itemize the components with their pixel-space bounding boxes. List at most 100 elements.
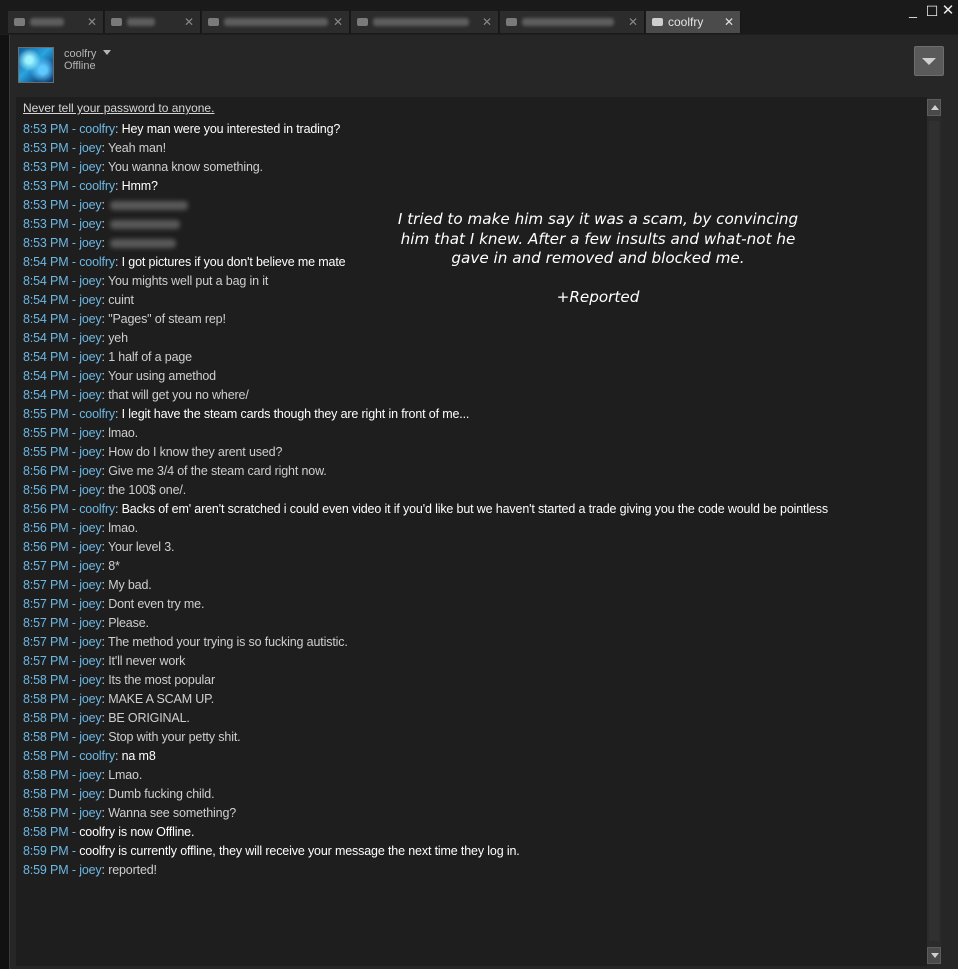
chat-tab[interactable]: ✕ [105, 11, 201, 33]
message-sender: joey [79, 464, 102, 478]
chat-tab[interactable]: ✕ [500, 11, 645, 33]
chat-message: 8:53 PM - coolfry: Hmm? [23, 179, 158, 193]
chat-message: 8:57 PM - joey: Dont even try me. [23, 597, 205, 611]
chat-icon [652, 17, 663, 26]
minimize-button[interactable]: _ [905, 1, 921, 19]
maximize-button[interactable]: ☐ [924, 2, 940, 20]
message-timestamp: 8:53 PM [23, 179, 69, 193]
message-timestamp: 8:56 PM [23, 540, 69, 554]
message-sender: joey [79, 369, 102, 383]
friend-status: Offline [64, 60, 96, 72]
message-text: Hmm? [121, 179, 158, 193]
chat-message: 8:57 PM - joey: Please. [23, 616, 149, 630]
message-timestamp: 8:54 PM [23, 331, 69, 345]
system-message: 8:59 PM - coolfry is currently offline, … [23, 844, 520, 858]
message-sender: joey [79, 673, 102, 687]
tab-close-icon[interactable]: ✕ [333, 11, 343, 33]
message-sender: coolfry [79, 502, 115, 516]
scroll-track[interactable] [929, 121, 939, 941]
message-sender: joey [79, 388, 102, 402]
chat-icon [14, 17, 25, 26]
message-text: Hey man were you interested in trading? [121, 122, 341, 136]
annotation-line: I tried to make him say it was a scam, b… [397, 210, 799, 228]
message-text: Yeah man! [107, 141, 166, 155]
window-titlebar: ✕ ✕ ✕ ✕ ✕ coolfry ✕ _ ☐ ✕ [0, 0, 958, 34]
chat-tab[interactable]: ✕ [202, 11, 350, 33]
message-timestamp: 8:54 PM [23, 350, 69, 364]
message-text: yeh [108, 331, 128, 345]
message-timestamp: 8:58 PM [23, 711, 69, 725]
window-left-edge [0, 35, 9, 969]
chat-tab-active[interactable]: coolfry ✕ [646, 11, 741, 33]
message-sender: joey [79, 521, 102, 535]
chat-message: 8:53 PM - joey: You wanna know something… [23, 160, 263, 174]
chat-tab[interactable]: ✕ [8, 11, 104, 33]
message-text: that will get you no where/ [108, 388, 249, 402]
tab-close-icon[interactable]: ✕ [87, 11, 97, 33]
message-text: How do I know they arent used? [108, 445, 283, 459]
message-timestamp: 8:56 PM [23, 521, 69, 535]
chat-icon [208, 17, 219, 26]
message-sender: coolfry [79, 255, 115, 269]
chat-scrollbar[interactable] [927, 99, 941, 964]
message-text: It'll never work [108, 654, 186, 668]
close-window-button[interactable]: ✕ [940, 2, 956, 20]
message-timestamp: 8:59 PM [23, 863, 69, 877]
chat-icon [111, 17, 122, 26]
security-warning: Never tell your password to anyone. [23, 101, 215, 115]
message-text: Your level 3. [107, 540, 175, 554]
message-text: I got pictures if you don't believe me m… [121, 255, 346, 269]
message-timestamp: 8:58 PM [23, 768, 69, 782]
message-timestamp: 8:53 PM [23, 236, 69, 250]
tab-label: coolfry [668, 15, 704, 29]
tab-label-redacted [30, 17, 64, 26]
message-timestamp: 8:54 PM [23, 369, 69, 383]
message-text: My bad. [108, 578, 152, 592]
chat-message: 8:59 PM - joey: reported! [23, 863, 157, 877]
chat-icon [357, 17, 368, 26]
message-timestamp: 8:58 PM [23, 692, 69, 706]
chat-options-button[interactable] [914, 46, 944, 76]
message-timestamp: 8:53 PM [23, 141, 69, 155]
scroll-down-button[interactable] [927, 947, 941, 964]
message-timestamp: 8:58 PM [23, 730, 69, 744]
message-sender: joey [79, 540, 102, 554]
tab-close-icon[interactable]: ✕ [724, 11, 734, 33]
redacted-text [110, 239, 177, 249]
tab-close-icon[interactable]: ✕ [482, 11, 492, 33]
message-timestamp: 8:54 PM [23, 312, 69, 326]
message-text: Wanna see something? [108, 806, 237, 820]
annotation-line: him that I knew. After a few insults and… [400, 229, 796, 248]
chat-message: 8:57 PM - joey: It'll never work [23, 654, 186, 668]
message-timestamp: 8:53 PM [23, 122, 69, 136]
chat-message: 8:56 PM - joey: the 100$ one/. [23, 483, 187, 497]
chat-message: 8:54 PM - joey: that will get you no whe… [23, 388, 249, 402]
message-sender: joey [79, 635, 102, 649]
avatar[interactable] [18, 47, 54, 83]
chat-tab[interactable]: ✕ [351, 11, 499, 33]
chat-message: 8:58 PM - joey: Wanna see something? [23, 806, 237, 820]
message-timestamp: 8:54 PM [23, 388, 69, 402]
message-timestamp: 8:56 PM [23, 483, 69, 497]
friend-name[interactable]: coolfry [64, 48, 96, 60]
message-text: the 100$ one/. [108, 483, 187, 497]
message-sender: coolfry [79, 122, 115, 136]
message-sender: joey [79, 578, 102, 592]
chat-message: 8:54 PM - joey: yeh [23, 331, 128, 345]
scroll-up-button[interactable] [927, 99, 941, 116]
message-sender: joey [79, 293, 102, 307]
message-timestamp: 8:57 PM [23, 635, 69, 649]
message-text: Give me 3/4 of the steam card right now. [108, 464, 327, 478]
annotation-text: I tried to make him say it was a scam, b… [380, 210, 816, 307]
message-sender: joey [79, 616, 102, 630]
chevron-down-icon[interactable] [103, 50, 111, 55]
tab-label-redacted [127, 17, 155, 26]
tab-close-icon[interactable]: ✕ [184, 11, 194, 33]
tab-close-icon[interactable]: ✕ [628, 11, 638, 33]
message-text: Its the most popular [108, 673, 215, 687]
system-message: 8:58 PM - coolfry is now Offline. [23, 825, 195, 839]
redacted-text [110, 201, 189, 211]
message-sender: joey [79, 217, 102, 231]
chat-message: 8:56 PM - joey: Your level 3. [23, 540, 175, 554]
message-text: reported! [108, 863, 157, 877]
